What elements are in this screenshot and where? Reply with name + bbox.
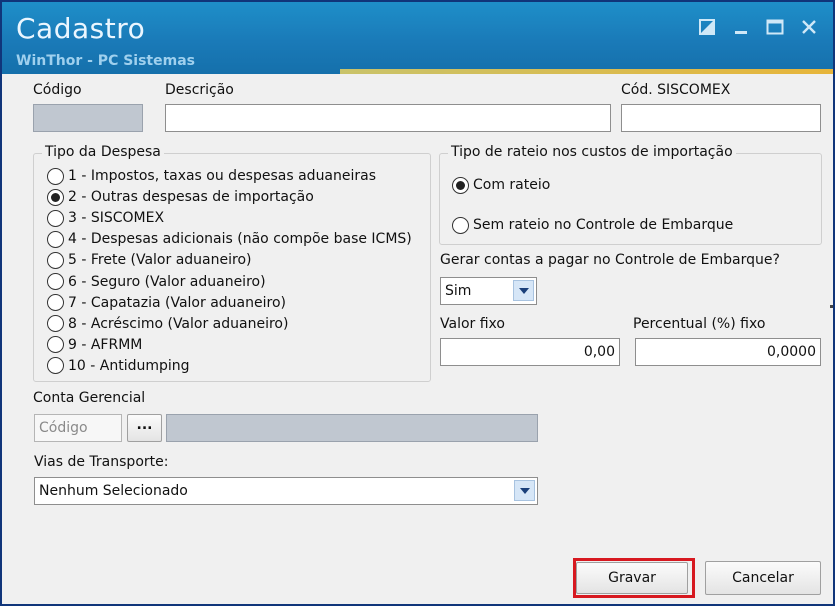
conta-gerencial-browse-button[interactable]: ... xyxy=(127,414,162,442)
chevron-down-icon[interactable] xyxy=(513,280,534,301)
tipo-despesa-option-3[interactable]: 3 - SISCOMEX xyxy=(47,208,164,228)
tipo-despesa-option-6[interactable]: 6 - Seguro (Valor aduaneiro) xyxy=(47,272,266,292)
radio-unselected-icon[interactable] xyxy=(47,315,64,333)
siscomex-label: Cód. SISCOMEX xyxy=(621,82,731,98)
cadastro-window: Cadastro WinThor - PC Sistemas Código De… xyxy=(0,0,835,606)
close-icon[interactable] xyxy=(798,16,820,38)
gerar-contas-selected: Sim xyxy=(445,283,472,299)
tipo-despesa-option-9[interactable]: 9 - AFRMM xyxy=(47,335,142,355)
valor-fixo-value: 0,00 xyxy=(583,344,615,360)
conta-gerencial-label: Conta Gerencial xyxy=(33,390,146,406)
descricao-label: Descrição xyxy=(165,82,234,98)
radio-selected-icon[interactable] xyxy=(452,176,469,194)
radio-label: 3 - SISCOMEX xyxy=(68,210,165,227)
radio-unselected-icon[interactable] xyxy=(47,336,64,354)
conta-gerencial-codigo-placeholder: Código xyxy=(39,420,88,436)
window-edge-dot xyxy=(830,305,833,308)
window-title: Cadastro xyxy=(16,12,146,45)
conta-gerencial-descricao-field xyxy=(166,414,538,442)
radio-label: Sem rateio no Controle de Embarque xyxy=(473,217,734,233)
valor-fixo-label: Valor fixo xyxy=(440,316,505,332)
valor-fixo-field[interactable]: 0,00 xyxy=(440,338,620,366)
tipo-despesa-option-2[interactable]: 2 - Outras despesas de importação xyxy=(47,187,314,207)
radio-unselected-icon[interactable] xyxy=(47,357,64,375)
tipo-despesa-title: Tipo da Despesa xyxy=(42,144,164,160)
window-subtitle: WinThor - PC Sistemas xyxy=(16,53,195,69)
conta-gerencial-codigo-field[interactable]: Código xyxy=(34,414,122,442)
rateio-option-1[interactable]: Com rateio xyxy=(452,175,550,195)
rateio-title: Tipo de rateio nos custos de importação xyxy=(448,144,736,160)
radio-unselected-icon[interactable] xyxy=(47,294,64,312)
radio-label: 5 - Frete (Valor aduaneiro) xyxy=(68,252,252,269)
radio-unselected-icon[interactable] xyxy=(47,273,64,290)
radio-label: 1 - Impostos, taxas ou despesas aduaneir… xyxy=(68,168,377,184)
tipo-despesa-option-1[interactable]: 1 - Impostos, taxas ou despesas aduaneir… xyxy=(47,166,376,186)
vias-transporte-label: Vias de Transporte: xyxy=(34,454,169,470)
chevron-down-icon[interactable] xyxy=(514,480,535,501)
vias-transporte-select[interactable]: Nenhum Selecionado xyxy=(34,477,538,505)
radio-label: 2 - Outras despesas de importação xyxy=(68,189,314,206)
form-area: Código Descrição Cód. SISCOMEX Tipo da D… xyxy=(24,74,833,604)
radio-unselected-icon[interactable] xyxy=(47,251,64,269)
radio-label: 6 - Seguro (Valor aduaneiro) xyxy=(68,273,266,290)
cancelar-button[interactable]: Cancelar xyxy=(705,561,821,595)
tipo-despesa-option-4[interactable]: 4 - Despesas adicionais (não compõe base… xyxy=(47,229,412,249)
radio-selected-icon[interactable] xyxy=(47,188,64,206)
codigo-field[interactable] xyxy=(33,104,143,132)
radio-label: 9 - AFRMM xyxy=(68,336,143,353)
restore-icon[interactable] xyxy=(696,16,718,38)
percentual-fixo-label: Percentual (%) fixo xyxy=(633,316,766,332)
tipo-despesa-option-5[interactable]: 5 - Frete (Valor aduaneiro) xyxy=(47,250,251,270)
radio-label: 4 - Despesas adicionais (não compõe base… xyxy=(68,231,412,248)
tipo-despesa-option-10[interactable]: 10 - Antidumping xyxy=(47,356,190,376)
vias-transporte-selected: Nenhum Selecionado xyxy=(39,483,188,499)
tipo-despesa-option-7[interactable]: 7 - Capatazia (Valor aduaneiro) xyxy=(47,293,286,313)
descricao-field[interactable] xyxy=(165,104,611,132)
minimize-icon[interactable] xyxy=(730,16,752,38)
rateio-option-2[interactable]: Sem rateio no Controle de Embarque xyxy=(452,215,733,235)
radio-unselected-icon[interactable] xyxy=(47,230,64,248)
codigo-label: Código xyxy=(33,82,82,98)
gravar-highlight-box xyxy=(573,558,695,598)
title-bar[interactable]: Cadastro WinThor - PC Sistemas xyxy=(2,2,833,74)
radio-label: 7 - Capatazia (Valor aduaneiro) xyxy=(68,294,286,311)
percentual-fixo-value: 0,0000 xyxy=(767,344,816,360)
radio-label: 10 - Antidumping xyxy=(68,357,190,374)
gerar-contas-label: Gerar contas a pagar no Controle de Emba… xyxy=(440,252,780,268)
radio-label: 8 - Acréscimo (Valor aduaneiro) xyxy=(68,315,289,332)
radio-unselected-icon[interactable] xyxy=(47,167,64,185)
radio-unselected-icon[interactable] xyxy=(452,216,469,234)
siscomex-field[interactable] xyxy=(621,104,821,132)
maximize-icon[interactable] xyxy=(764,16,786,38)
tipo-despesa-option-8[interactable]: 8 - Acréscimo (Valor aduaneiro) xyxy=(47,314,288,334)
gerar-contas-select[interactable]: Sim xyxy=(440,277,537,305)
radio-unselected-icon[interactable] xyxy=(47,209,64,227)
percentual-fixo-field[interactable]: 0,0000 xyxy=(635,338,821,366)
radio-label: Com rateio xyxy=(473,177,551,193)
